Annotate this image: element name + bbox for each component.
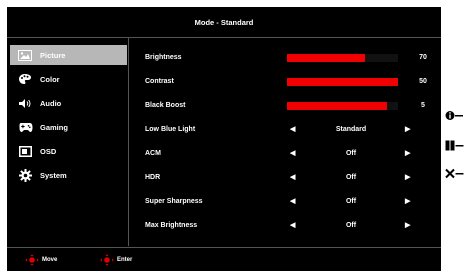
brightness-slider[interactable] [287,54,398,62]
setting-label: Brightness [145,54,182,61]
slider-fill [287,102,387,110]
setting-label: Super Sharpness [145,198,203,205]
info-button[interactable] [445,110,464,121]
speaker-icon [10,98,40,109]
sidebar-item-label: OSD [40,146,57,156]
low-blue-light-setting[interactable]: Low Blue Light ◀ Standard ▶ [129,120,441,140]
hdr-setting[interactable]: HDR ◀ Off ▶ [129,168,441,188]
contrast-setting[interactable]: Contrast 50 [129,72,441,92]
brightness-setting[interactable]: Brightness 70 [129,48,441,68]
setting-label: Low Blue Light [145,126,196,133]
setting-value: 50 [419,78,427,85]
sidebar-item-picture[interactable]: Picture [10,45,127,65]
sidebar: Picture Color Audio Gaming OSD System [7,38,129,246]
gamepad-icon [10,122,40,133]
setting-value: Off [345,150,357,157]
arrow-right-icon[interactable]: ▶ [405,120,410,140]
footer-hints: Move Enter [7,247,441,272]
exit-button[interactable] [445,168,464,179]
setting-value: Off [345,174,357,181]
setting-value: Standard [335,126,367,133]
arrow-right-icon[interactable]: ▶ [405,168,410,188]
enter-joystick-icon [100,254,114,266]
picture-icon [10,49,40,61]
sidebar-item-audio[interactable]: Audio [10,93,127,113]
palette-icon [10,73,40,85]
move-joystick-icon [25,254,39,266]
input-button[interactable] [445,140,464,151]
setting-label: Contrast [145,78,174,85]
sidebar-item-label: Audio [40,98,62,108]
osd-menu: Mode - Standard Picture Color Audio Gami… [7,7,441,271]
settings-panel: Brightness 70 Contrast 50 Black Boost 5 … [129,38,441,246]
acm-setting[interactable]: ACM ◀ Off ▶ [129,144,441,164]
setting-value: Off [345,198,357,205]
sidebar-item-osd[interactable]: OSD [10,141,127,161]
black-boost-setting[interactable]: Black Boost 5 [129,96,441,116]
arrow-left-icon[interactable]: ◀ [290,192,295,212]
sidebar-item-label: Picture [40,50,66,60]
page-title: Mode - Standard [7,7,441,38]
setting-label: Max Brightness [145,222,198,229]
setting-value: 70 [419,54,427,61]
sidebar-item-system[interactable]: System [10,165,127,185]
sidebar-item-gaming[interactable]: Gaming [10,117,127,137]
sidebar-item-color[interactable]: Color [10,69,127,89]
sidebar-item-label: System [40,170,67,180]
setting-label: HDR [145,174,161,181]
arrow-left-icon[interactable]: ◀ [290,216,295,236]
sidebar-item-label: Color [40,74,60,84]
slider-fill [287,54,365,62]
close-icon [445,168,464,179]
setting-label: ACM [145,150,161,157]
arrow-right-icon[interactable]: ▶ [405,216,410,236]
black-boost-slider[interactable] [287,102,398,110]
enter-hint: Enter [100,254,132,266]
sidebar-item-label: Gaming [40,122,68,132]
setting-label: Black Boost [145,102,186,109]
setting-value: 5 [421,102,425,109]
arrow-left-icon[interactable]: ◀ [290,144,295,164]
slider-fill [287,78,398,86]
input-source-icon [445,140,464,151]
arrow-left-icon[interactable]: ◀ [290,120,295,140]
info-icon [445,111,463,120]
setting-value: Off [345,222,357,229]
move-hint: Move [25,254,57,266]
enter-label: Enter [117,257,133,263]
arrow-right-icon[interactable]: ▶ [405,192,410,212]
arrow-right-icon[interactable]: ▶ [405,144,410,164]
max-brightness-setting[interactable]: Max Brightness ◀ Off ▶ [129,216,441,236]
arrow-left-icon[interactable]: ◀ [290,168,295,188]
move-label: Move [42,257,58,263]
screen-icon [10,145,40,157]
super-sharpness-setting[interactable]: Super Sharpness ◀ Off ▶ [129,192,441,212]
contrast-slider[interactable] [287,78,398,86]
gear-icon [10,168,40,182]
